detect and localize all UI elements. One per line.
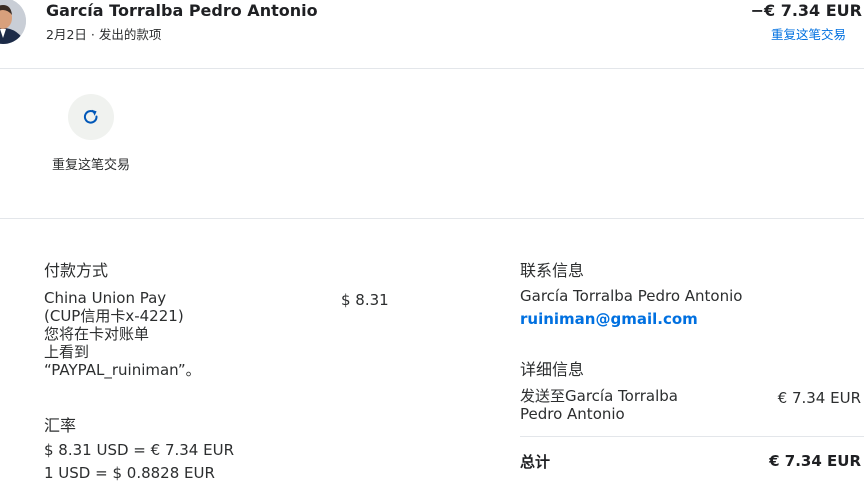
repeat-transaction-label[interactable]: 重复这笔交易 xyxy=(50,156,132,175)
contact-email-link[interactable]: ruiniman@gmail.com xyxy=(520,310,698,328)
total-divider xyxy=(520,436,864,437)
payment-method-line: (CUP信用卡x-4221) xyxy=(44,307,184,325)
sent-to-line: 发送至García Torralba xyxy=(520,387,678,405)
payment-method-line: 上看到 xyxy=(44,343,90,361)
payment-method-title: 付款方式 xyxy=(44,261,109,280)
contact-info-title: 联系信息 xyxy=(520,261,585,280)
exchange-rate-title: 汇率 xyxy=(44,416,77,435)
sent-amount: € 7.34 EUR xyxy=(777,389,861,407)
repeat-transaction-button[interactable] xyxy=(68,94,114,140)
sent-to-line: Pedro Antonio xyxy=(520,405,625,423)
avatar xyxy=(0,0,26,44)
payment-method-line: China Union Pay xyxy=(44,289,167,307)
refresh-icon xyxy=(83,109,98,124)
transaction-amount: −€ 7.34 EUR xyxy=(750,1,862,20)
details-title: 详细信息 xyxy=(520,360,585,379)
total-amount: € 7.34 EUR xyxy=(769,452,861,470)
transaction-date-type: 2月2日 · 发出的款项 xyxy=(46,27,162,42)
payment-method-line: 您将在卡对账单 xyxy=(44,325,150,343)
header-divider xyxy=(0,68,864,69)
counterparty-name: García Torralba Pedro Antonio xyxy=(46,1,318,20)
payment-method-amount: $ 8.31 xyxy=(341,291,389,309)
exchange-rate-conversion: $ 8.31 USD = € 7.34 EUR xyxy=(44,441,234,459)
payment-method-line: “PAYPAL_ruiniman”。 xyxy=(44,361,201,379)
total-label: 总计 xyxy=(520,453,551,471)
section-divider xyxy=(0,218,864,219)
exchange-rate-unit: 1 USD = $ 0.8828 EUR xyxy=(44,464,215,482)
sent-to-description: 发送至García Torralba Pedro Antonio xyxy=(520,387,740,423)
contact-name: García Torralba Pedro Antonio xyxy=(520,287,743,305)
repeat-transaction-link[interactable]: 重复这笔交易 xyxy=(771,24,846,43)
payment-method-description: China Union Pay (CUP信用卡x-4221) 您将在卡对账单 上… xyxy=(44,289,244,379)
